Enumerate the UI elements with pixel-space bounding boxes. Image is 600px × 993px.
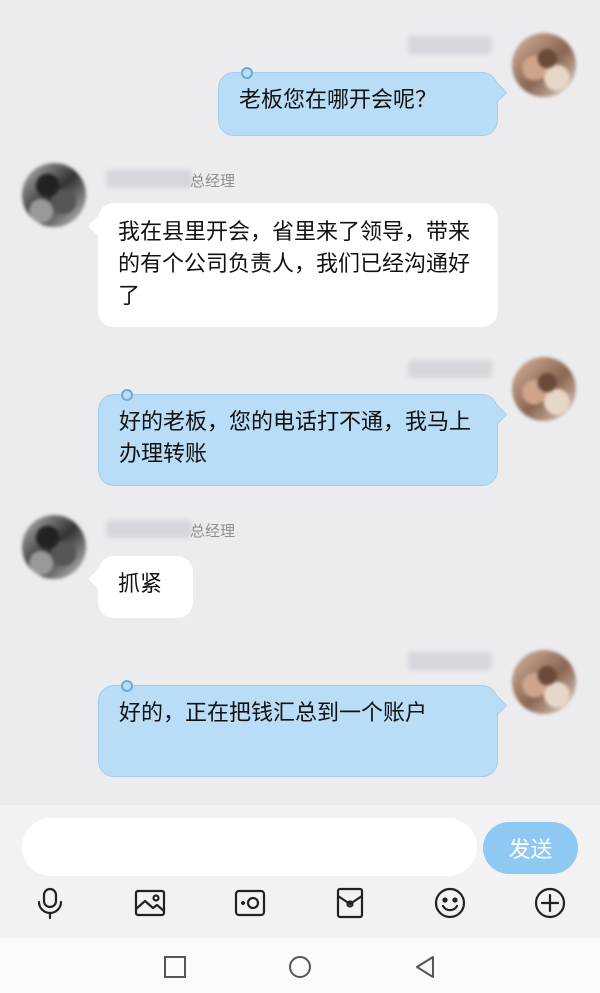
- boss-avatar[interactable]: [22, 515, 86, 579]
- red-packet-icon[interactable]: [330, 883, 370, 923]
- message-text: 好的，正在把钱汇总到一个账户: [119, 701, 428, 726]
- message-bubble-me[interactable]: 好的，正在把钱汇总到一个账户: [98, 680, 498, 777]
- message-bubble-me[interactable]: 好的老板，您的电话打不通，我马上办理转账: [98, 389, 498, 486]
- home-icon[interactable]: [285, 952, 315, 982]
- bubble-decoration-dot: [121, 680, 133, 692]
- message-text: 好的老板，您的电话打不通，我马上办理转账: [119, 410, 472, 467]
- chat-area[interactable]: 老板您在哪开会呢？ 总经理 我在县里开会，省里来了领导，带来的有个公司负责人，我…: [0, 0, 600, 805]
- recent-apps-icon[interactable]: [160, 952, 190, 982]
- microphone-icon[interactable]: [30, 883, 70, 923]
- my-name-blurred: [408, 36, 492, 54]
- boss-name-blurred: [106, 520, 192, 538]
- my-name-blurred: [408, 360, 492, 378]
- back-icon[interactable]: [410, 952, 440, 982]
- boss-name-blurred: [106, 170, 192, 188]
- send-button[interactable]: 发送: [483, 822, 578, 874]
- bubble-decoration-dot: [241, 67, 253, 79]
- image-icon[interactable]: [130, 883, 170, 923]
- message-input[interactable]: [22, 818, 477, 876]
- sender-title: 总经理: [190, 172, 236, 190]
- message-text: 老板您在哪开会呢？: [239, 88, 438, 113]
- boss-avatar[interactable]: [22, 163, 86, 227]
- camera-icon[interactable]: [230, 883, 270, 923]
- my-avatar[interactable]: [512, 357, 576, 421]
- input-bar: 发送: [0, 805, 600, 938]
- message-bubble-boss[interactable]: 抓紧: [98, 556, 193, 618]
- message-text: 抓紧: [118, 572, 163, 597]
- message-text: 我在县里开会，省里来了领导，带来的有个公司负责人，我们已经沟通好了: [118, 220, 471, 309]
- my-name-blurred: [408, 652, 492, 670]
- my-avatar[interactable]: [512, 33, 576, 97]
- bubble-decoration-dot: [121, 389, 133, 401]
- my-avatar[interactable]: [512, 650, 576, 714]
- plus-icon[interactable]: [530, 883, 570, 923]
- message-bubble-me[interactable]: 老板您在哪开会呢？: [218, 67, 498, 136]
- emoji-icon[interactable]: [430, 883, 470, 923]
- message-bubble-boss[interactable]: 我在县里开会，省里来了领导，带来的有个公司负责人，我们已经沟通好了: [98, 203, 498, 327]
- system-navigation-bar: [0, 938, 600, 993]
- sender-title: 总经理: [190, 522, 236, 540]
